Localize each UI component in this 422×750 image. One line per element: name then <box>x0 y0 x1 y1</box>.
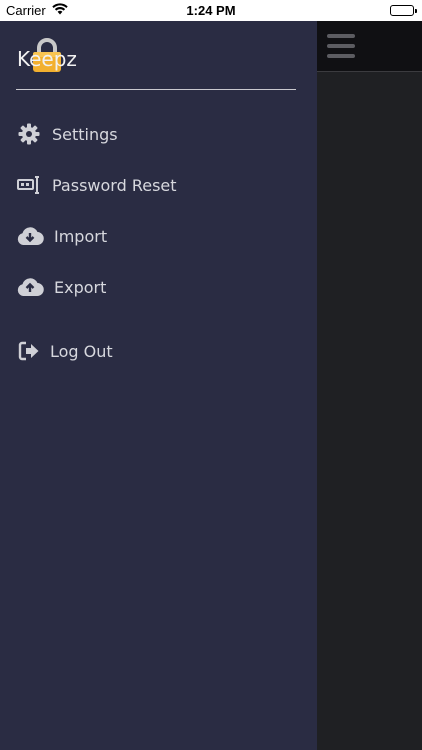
menu-item-import[interactable]: Import <box>16 219 296 253</box>
battery-icon <box>390 5 417 16</box>
side-drawer: Keepz Settings Password Reset Import Exp… <box>0 21 317 750</box>
hamburger-menu-icon[interactable] <box>327 34 355 58</box>
menu-item-label: Password Reset <box>52 175 177 195</box>
status-time: 1:24 PM <box>186 3 236 18</box>
menu-item-settings[interactable]: Settings <box>16 117 296 151</box>
menu-item-label: Export <box>54 277 107 297</box>
app-title: Keepz <box>17 47 77 71</box>
header-divider <box>16 89 296 90</box>
menu-item-log-out[interactable]: Log Out <box>16 334 296 368</box>
menu-item-label: Settings <box>52 124 118 144</box>
status-bar: Carrier 1:24 PM <box>0 0 422 21</box>
menu-item-export[interactable]: Export <box>16 270 296 304</box>
menu-item-label: Import <box>54 226 108 246</box>
menu-item-label: Log Out <box>50 341 113 361</box>
main-content[interactable] <box>317 72 422 750</box>
cloud-upload-icon <box>16 274 44 300</box>
menu-item-password-reset[interactable]: Password Reset <box>16 168 296 202</box>
logout-icon <box>16 338 42 364</box>
main-topbar <box>317 21 422 72</box>
gear-icon <box>16 121 42 147</box>
cloud-download-icon <box>16 223 44 249</box>
app-brand: Keepz <box>17 37 137 77</box>
password-reset-icon <box>16 172 42 198</box>
